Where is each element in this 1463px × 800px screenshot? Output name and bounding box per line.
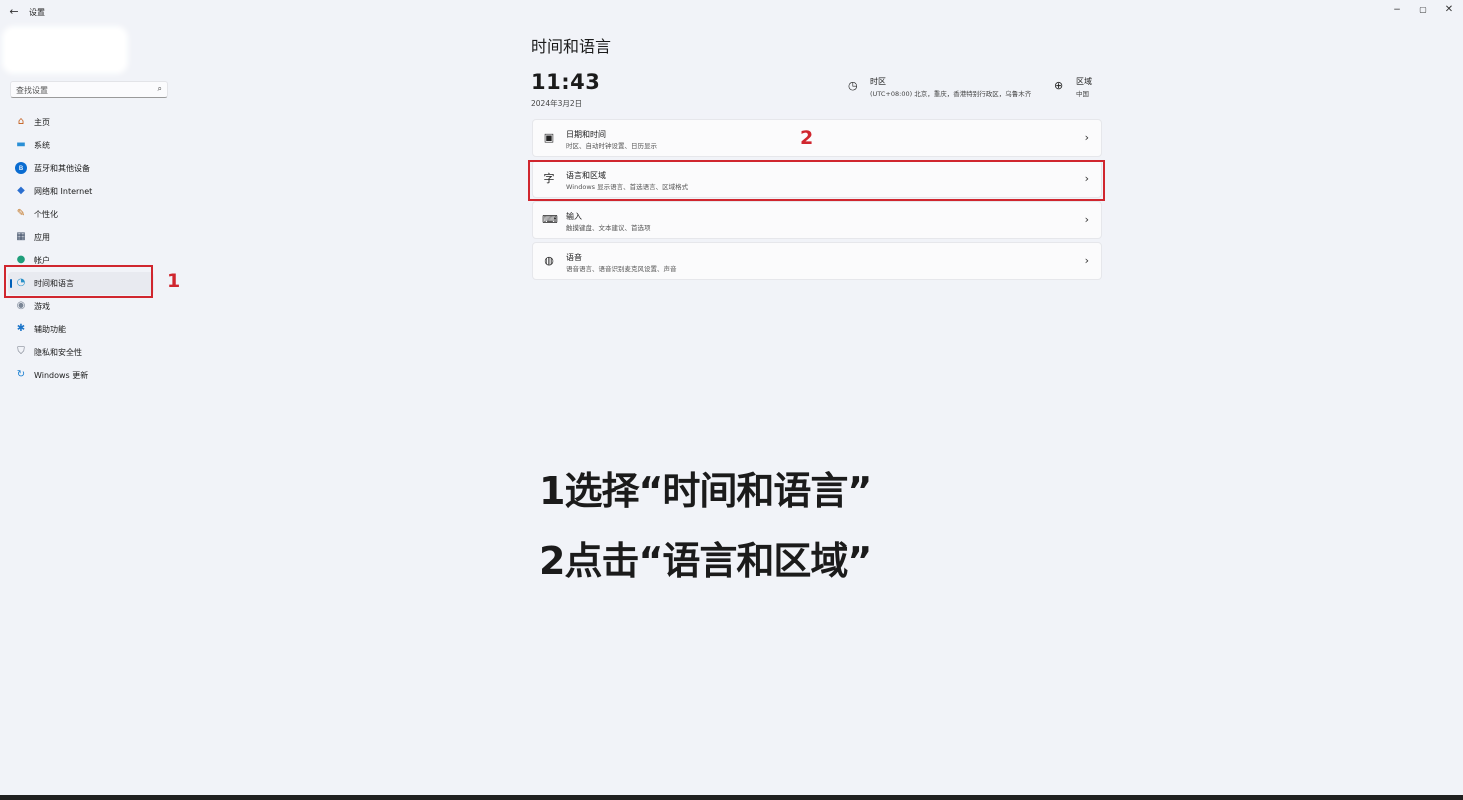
timezone-icon: ◷	[848, 79, 858, 92]
sidebar-item-label: 蓝牙和其他设备	[34, 164, 90, 173]
sidebar-item-gaming[interactable]: ◉ 游戏	[8, 295, 154, 318]
sidebar-item-label: 个性化	[34, 210, 58, 219]
sidebar-nav: ⌂ 主页 ▬ 系统 ʙ 蓝牙和其他设备 ◆ 网络和 Internet ✎ 个性化…	[8, 111, 154, 387]
sidebar-item-network[interactable]: ◆ 网络和 Internet	[8, 180, 154, 203]
card-title: 输入	[566, 212, 582, 221]
sidebar-item-personalization[interactable]: ✎ 个性化	[8, 203, 154, 226]
system-icon: ▬	[16, 139, 26, 150]
card-description: 触摸键盘、文本建议、首选项	[566, 224, 651, 232]
keyboard-icon: ⌨	[542, 213, 558, 226]
search-icon[interactable]: ⌕	[158, 84, 162, 94]
sidebar-item-label: 系统	[34, 141, 50, 150]
back-arrow-icon[interactable]: ←	[6, 4, 22, 20]
sidebar-item-label: 隐私和安全性	[34, 348, 82, 357]
sidebar-item-accessibility[interactable]: ✱ 辅助功能	[8, 318, 154, 341]
sidebar-item-windows-update[interactable]: ↻ Windows 更新	[8, 364, 154, 387]
speech-icon: ◍	[544, 254, 554, 267]
calendar-clock-icon: ▣	[543, 131, 555, 144]
card-description: 语音语言、语音识别麦克风设置、声音	[566, 265, 677, 273]
region-title: 区域	[1076, 77, 1092, 86]
sidebar-item-system[interactable]: ▬ 系统	[8, 134, 154, 157]
accessibility-icon: ✱	[16, 323, 26, 334]
annotation-box-step-2	[528, 160, 1105, 201]
sidebar-item-label: 网络和 Internet	[34, 187, 93, 196]
page-title: 时间和语言	[531, 37, 612, 56]
card-description: 时区、自动时钟设置、日历显示	[566, 142, 657, 150]
network-icon: ◆	[17, 185, 25, 196]
sidebar-item-label: Windows 更新	[34, 371, 89, 380]
card-date-time[interactable]: ▣ 日期和时间 时区、自动时钟设置、日历显示 ›	[532, 119, 1102, 157]
sidebar-item-label: 辅助功能	[34, 325, 66, 334]
sidebar-item-apps[interactable]: ▦ 应用	[8, 226, 154, 249]
search-input[interactable]: 查找设置 ⌕	[10, 81, 168, 98]
card-title: 日期和时间	[566, 130, 606, 139]
close-button[interactable]: ✕	[1438, 2, 1460, 18]
sidebar-item-privacy[interactable]: ⛉ 隐私和安全性	[8, 341, 154, 364]
chevron-right-icon: ›	[1084, 131, 1089, 144]
sidebar-item-label: 主页	[34, 118, 50, 127]
annotation-number-2: 2	[800, 127, 814, 149]
region-value: 中国	[1076, 90, 1089, 98]
minimize-button[interactable]: −	[1386, 2, 1408, 18]
region-globe-icon: ⊕	[1054, 79, 1064, 92]
gaming-icon: ◉	[16, 300, 26, 311]
bluetooth-icon: ʙ	[15, 162, 27, 174]
account-profile-blurred[interactable]	[6, 30, 124, 70]
card-input[interactable]: ⌨ 输入 触摸键盘、文本建议、首选项 ›	[532, 201, 1102, 239]
home-icon: ⌂	[17, 116, 25, 127]
sidebar-item-label: 应用	[34, 233, 50, 242]
instruction-step-2: 2点击“语言和区域”	[539, 539, 872, 583]
sidebar-item-home[interactable]: ⌂ 主页	[8, 111, 154, 134]
current-date: 2024年3月2日	[531, 99, 583, 108]
sidebar-item-bluetooth[interactable]: ʙ 蓝牙和其他设备	[8, 157, 154, 180]
app-title: 设置	[29, 8, 45, 17]
chevron-right-icon: ›	[1084, 213, 1089, 226]
instruction-step-1: 1选择“时间和语言”	[539, 469, 872, 513]
sidebar-item-label: 游戏	[34, 302, 50, 311]
apps-icon: ▦	[16, 231, 26, 242]
windows-update-icon: ↻	[16, 369, 26, 380]
annotation-number-1: 1	[167, 270, 181, 292]
personalization-icon: ✎	[16, 208, 26, 219]
search-placeholder: 查找设置	[16, 86, 48, 95]
current-time: 11:43	[531, 70, 601, 94]
title-bar: ← 设置 − ▢ ✕	[0, 0, 1463, 26]
settings-card-list: ▣ 日期和时间 时区、自动时钟设置、日历显示 › 字 语言和区域 Windows…	[532, 119, 1102, 283]
card-title: 语音	[566, 253, 582, 262]
timezone-title: 时区	[870, 77, 886, 86]
maximize-button[interactable]: ▢	[1412, 2, 1434, 18]
taskbar-edge	[0, 795, 1463, 800]
privacy-shield-icon: ⛉	[17, 346, 25, 357]
card-speech[interactable]: ◍ 语音 语音语言、语音识别麦克风设置、声音 ›	[532, 242, 1102, 280]
timezone-value: (UTC+08:00) 北京，重庆，香港特别行政区，乌鲁木齐	[870, 90, 1032, 98]
chevron-right-icon: ›	[1084, 254, 1089, 267]
annotation-box-step-1	[4, 265, 153, 298]
